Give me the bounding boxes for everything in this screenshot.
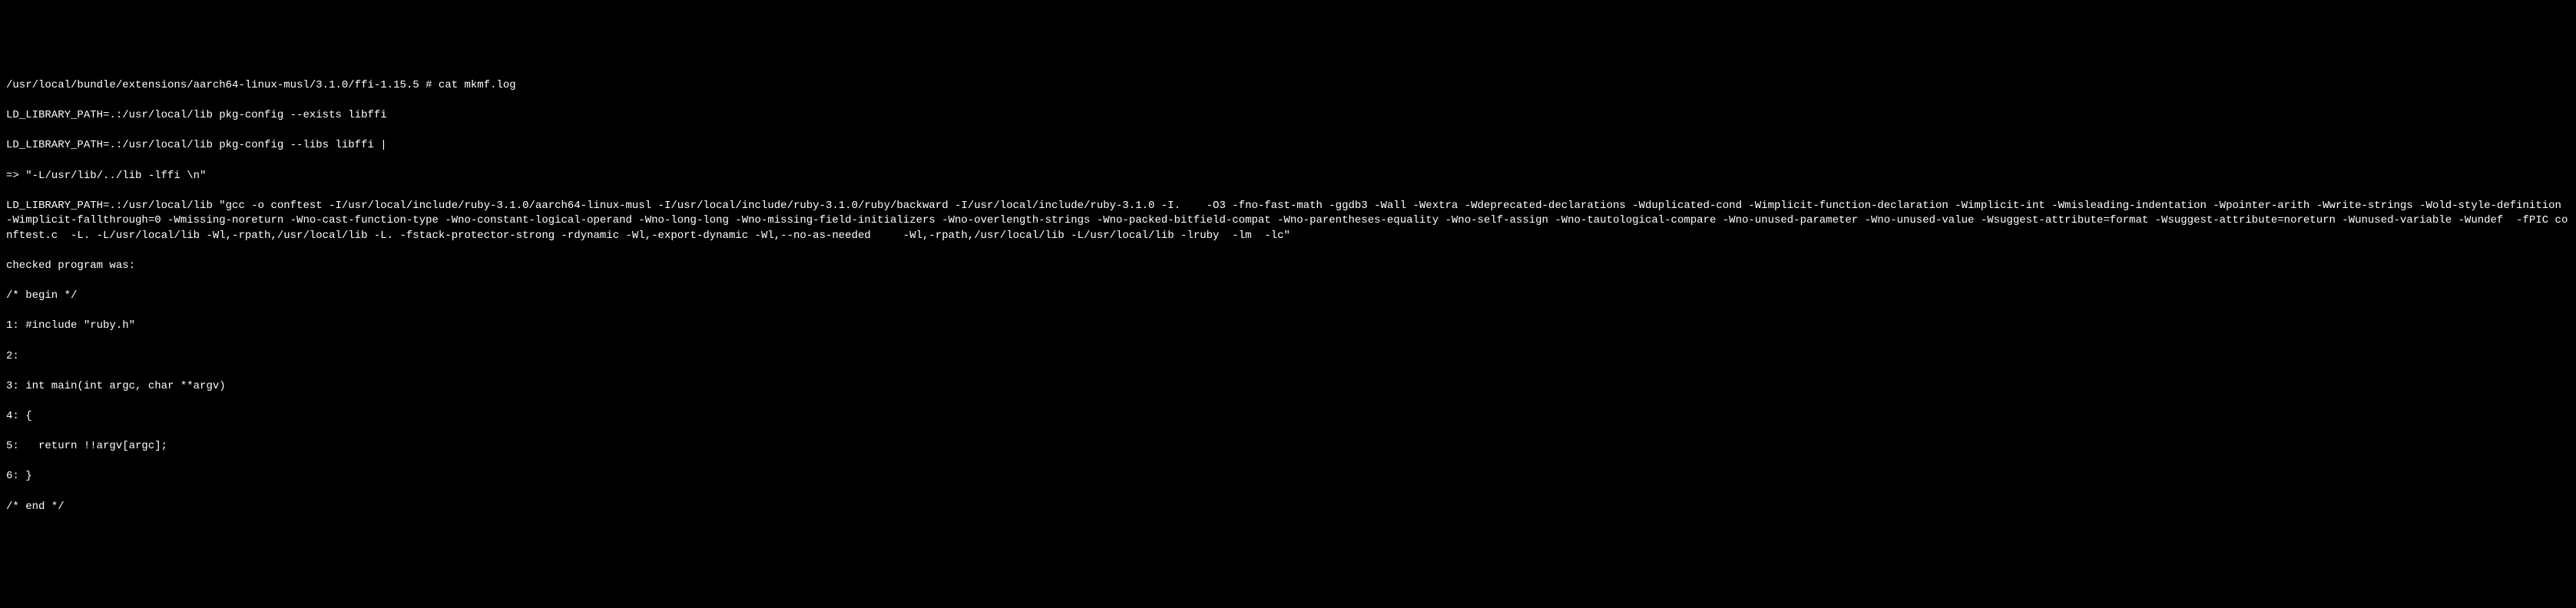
terminal-line: checked program was: <box>6 259 2570 274</box>
terminal-line: 1: #include "ruby.h" <box>6 319 2570 334</box>
terminal-line: 6: } <box>6 469 2570 484</box>
terminal-line: 3: int main(int argc, char **argv) <box>6 379 2570 395</box>
terminal-line: /* end */ <box>6 500 2570 515</box>
terminal-line: LD_LIBRARY_PATH=.:/usr/local/lib "gcc -o… <box>6 199 2570 244</box>
terminal-line: 5: return !!argv[argc]; <box>6 439 2570 454</box>
terminal-output: /usr/local/bundle/extensions/aarch64-lin… <box>6 63 2570 529</box>
terminal-line: 2: <box>6 349 2570 365</box>
terminal-line: /usr/local/bundle/extensions/aarch64-lin… <box>6 78 2570 94</box>
terminal-line: LD_LIBRARY_PATH=.:/usr/local/lib pkg-con… <box>6 138 2570 154</box>
terminal-line: => "-L/usr/lib/../lib -lffi \n" <box>6 169 2570 184</box>
terminal-line: /* begin */ <box>6 289 2570 304</box>
terminal-line: LD_LIBRARY_PATH=.:/usr/local/lib pkg-con… <box>6 108 2570 124</box>
terminal-line: 4: { <box>6 409 2570 425</box>
